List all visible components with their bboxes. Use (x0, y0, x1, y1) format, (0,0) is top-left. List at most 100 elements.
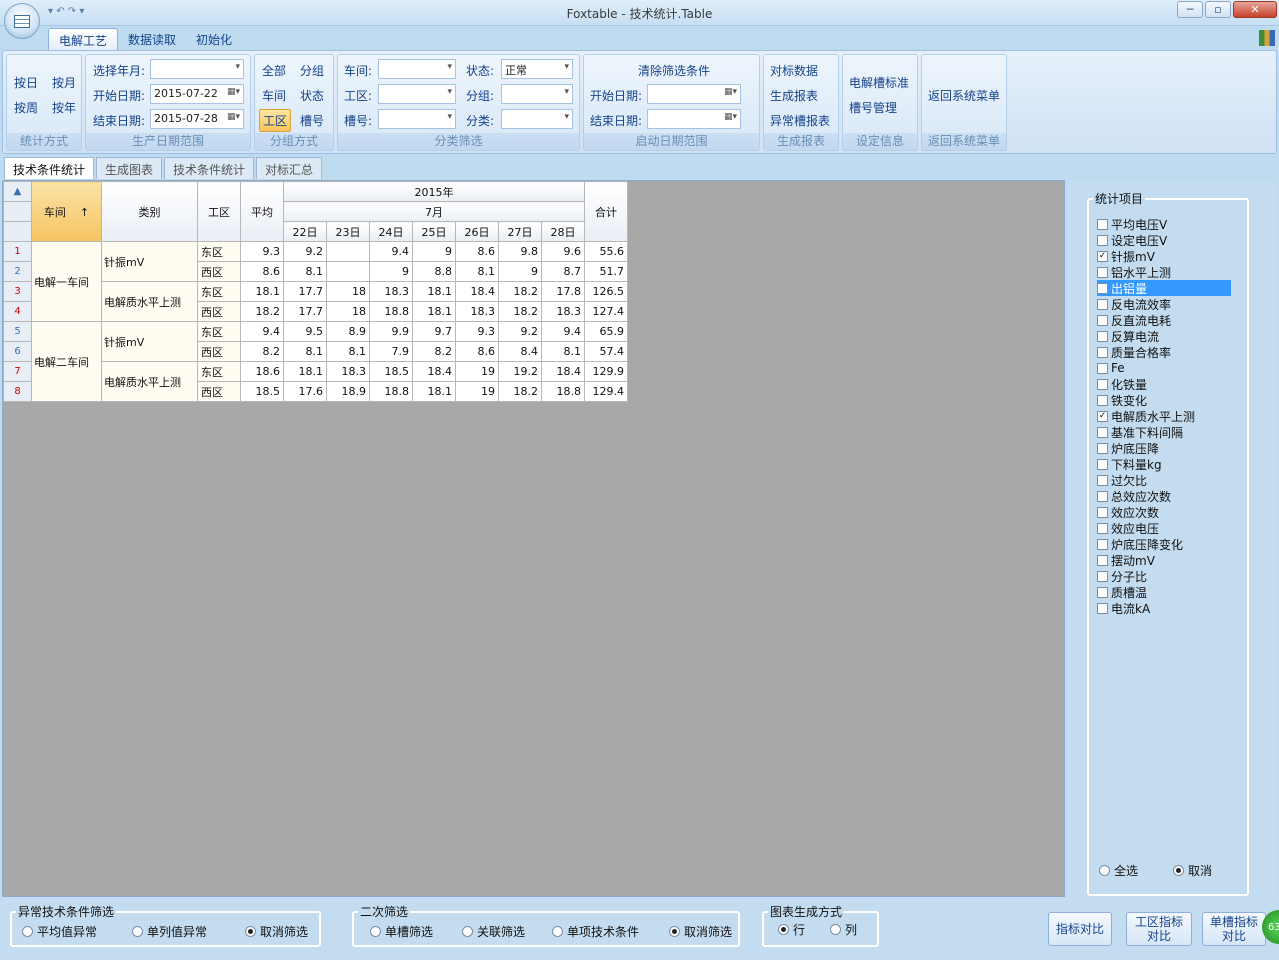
by-year-button[interactable]: 按年 (52, 99, 76, 116)
select-none-radio[interactable]: 取消 (1173, 862, 1212, 879)
tab-tech-stat-2[interactable]: 技术条件统计 (164, 157, 255, 179)
stat-item-checkbox[interactable]: 铝水平上测 (1097, 264, 1171, 280)
app-menu-button[interactable] (4, 3, 40, 39)
tab-init[interactable]: 初始化 (186, 28, 242, 50)
cell-day[interactable]: 9.2 (283, 241, 327, 262)
index-compare-button[interactable]: 指标对比 (1048, 912, 1112, 946)
launch-end-date[interactable] (647, 109, 741, 129)
cell-day[interactable]: 18.2 (498, 381, 542, 402)
cell-day[interactable]: 9.6 (541, 241, 585, 262)
column-header-total[interactable]: 合计 (584, 181, 628, 242)
cell-day[interactable]: 9.9 (369, 321, 413, 342)
row-number[interactable]: 2 (3, 261, 32, 282)
group-select[interactable] (501, 84, 573, 104)
group-group-button[interactable]: 分组 (300, 62, 324, 79)
cell-day[interactable]: 18.1 (412, 381, 456, 402)
group-area-button[interactable]: 工区 (259, 109, 292, 132)
column-header-workshop[interactable]: 车间 ↑ (31, 181, 102, 242)
cell-day[interactable]: 18.8 (369, 381, 413, 402)
cell-total[interactable]: 129.9 (584, 361, 628, 382)
stat-item-checkbox[interactable]: 炉底压降变化 (1097, 536, 1183, 552)
cell-area[interactable]: 西区 (197, 341, 241, 362)
tab-tech-stat[interactable]: 技术条件统计 (4, 157, 95, 179)
row-number[interactable]: 4 (3, 301, 32, 322)
cell-day[interactable]: 8.1 (283, 341, 327, 362)
cell-day[interactable]: 8.7 (541, 261, 585, 282)
cell-area[interactable]: 西区 (197, 381, 241, 402)
cell-day[interactable] (326, 241, 370, 262)
workshop-select[interactable] (378, 59, 456, 79)
cell-day[interactable]: 18.2 (498, 301, 542, 322)
stat-item-checkbox[interactable]: 下料量kg (1097, 456, 1162, 472)
cell-day[interactable]: 18.3 (326, 361, 370, 382)
cell-day[interactable]: 8.1 (541, 341, 585, 362)
row-number[interactable]: 8 (3, 381, 32, 402)
cell-day[interactable]: 17.6 (283, 381, 327, 402)
class-select[interactable] (501, 109, 573, 129)
table-row[interactable]: 5 电解二车间 针振mV 东区 9.4 9.5 8.9 9.9 9.7 9.3 9.2 9.4 65.9 (3, 321, 628, 402)
cell-avg[interactable]: 9.3 (240, 241, 284, 262)
cell-day[interactable]: 18.4 (541, 361, 585, 382)
row-number[interactable]: 7 (3, 361, 32, 382)
column-header-day[interactable]: 27日 (498, 221, 542, 242)
cell-total[interactable]: 55.6 (584, 241, 628, 262)
by-day-button[interactable]: 按日 (14, 74, 38, 91)
cell-area[interactable]: 西区 (197, 301, 241, 322)
cell-day[interactable]: 9.7 (412, 321, 456, 342)
stat-item-checkbox[interactable]: 反直流电耗 (1097, 312, 1171, 328)
cell-area[interactable]: 东区 (197, 321, 241, 342)
cell-day[interactable]: 8.8 (412, 261, 456, 282)
stat-item-checkbox[interactable]: 分子比 (1097, 568, 1147, 584)
tab-data-read[interactable]: 数据读取 (118, 28, 186, 50)
linked-filter-radio[interactable]: 关联筛选 (462, 923, 525, 940)
cell-day[interactable]: 18.1 (283, 361, 327, 382)
stat-item-checkbox[interactable]: 总效应次数 (1097, 488, 1171, 504)
stat-item-checkbox[interactable]: 反电流效率 (1097, 296, 1171, 312)
cell-total[interactable]: 57.4 (584, 341, 628, 362)
slot-manage-button[interactable]: 槽号管理 (849, 99, 897, 116)
cell-area[interactable]: 西区 (197, 261, 241, 282)
row-number[interactable]: 3 (3, 281, 32, 302)
cell-workshop[interactable]: 电解二车间 (31, 321, 102, 402)
single-item-radio[interactable]: 单项技术条件 (552, 923, 639, 940)
stat-item-checkbox[interactable]: Fe (1097, 360, 1125, 376)
column-header-avg[interactable]: 平均 (240, 181, 284, 242)
cell-total[interactable]: 127.4 (584, 301, 628, 322)
generate-report-button[interactable]: 生成报表 (770, 87, 818, 104)
cell-avg[interactable]: 9.4 (240, 321, 284, 342)
stat-item-checkbox[interactable]: 质槽温 (1097, 584, 1147, 600)
cell-day[interactable]: 18.8 (541, 381, 585, 402)
cell-area[interactable]: 东区 (197, 281, 241, 302)
group-slot-button[interactable]: 槽号 (300, 112, 324, 129)
cell-day[interactable]: 18 (326, 281, 370, 302)
cell-area[interactable]: 东区 (197, 361, 241, 382)
cell-day[interactable]: 9.8 (498, 241, 542, 262)
abnormal-report-button[interactable]: 异常槽报表 (770, 112, 830, 129)
cell-total[interactable]: 65.9 (584, 321, 628, 342)
single-col-abnormal-radio[interactable]: 单列值异常 (132, 923, 207, 940)
slot-standard-button[interactable]: 电解槽标准 (849, 74, 909, 91)
cell-day[interactable]: 8.6 (455, 241, 499, 262)
cell-day[interactable]: 18.1 (412, 281, 456, 302)
cell-avg[interactable]: 18.1 (240, 281, 284, 302)
column-header-area[interactable]: 工区 (197, 181, 241, 242)
cell-day[interactable]: 8.6 (455, 341, 499, 362)
stat-item-checkbox[interactable]: 化铁量 (1097, 376, 1147, 392)
group-workshop-button[interactable]: 车间 (262, 87, 286, 104)
start-date-field[interactable]: 2015-07-22 (150, 84, 244, 104)
cell-day[interactable]: 18.9 (326, 381, 370, 402)
clear-filter-button[interactable]: 清除筛选条件 (638, 62, 710, 79)
stat-item-checkbox[interactable]: ✓ 电解质水平上测 (1097, 408, 1195, 424)
stat-item-checkbox[interactable]: 设定电压V (1097, 232, 1167, 248)
stat-item-checkbox[interactable]: 基准下料间隔 (1097, 424, 1183, 440)
cell-day[interactable]: 18.5 (369, 361, 413, 382)
cell-avg[interactable]: 18.6 (240, 361, 284, 382)
benchmark-data-button[interactable]: 对标数据 (770, 62, 818, 79)
cell-day[interactable]: 19 (455, 361, 499, 382)
row-number[interactable]: 6 (3, 341, 32, 362)
stat-item-checkbox[interactable]: 摆动mV (1097, 552, 1155, 568)
cell-type[interactable]: 电解质水平上测 (101, 361, 198, 402)
cell-day[interactable]: 9.2 (498, 321, 542, 342)
cell-day[interactable]: 8.9 (326, 321, 370, 342)
cell-type[interactable]: 电解质水平上测 (101, 281, 198, 322)
